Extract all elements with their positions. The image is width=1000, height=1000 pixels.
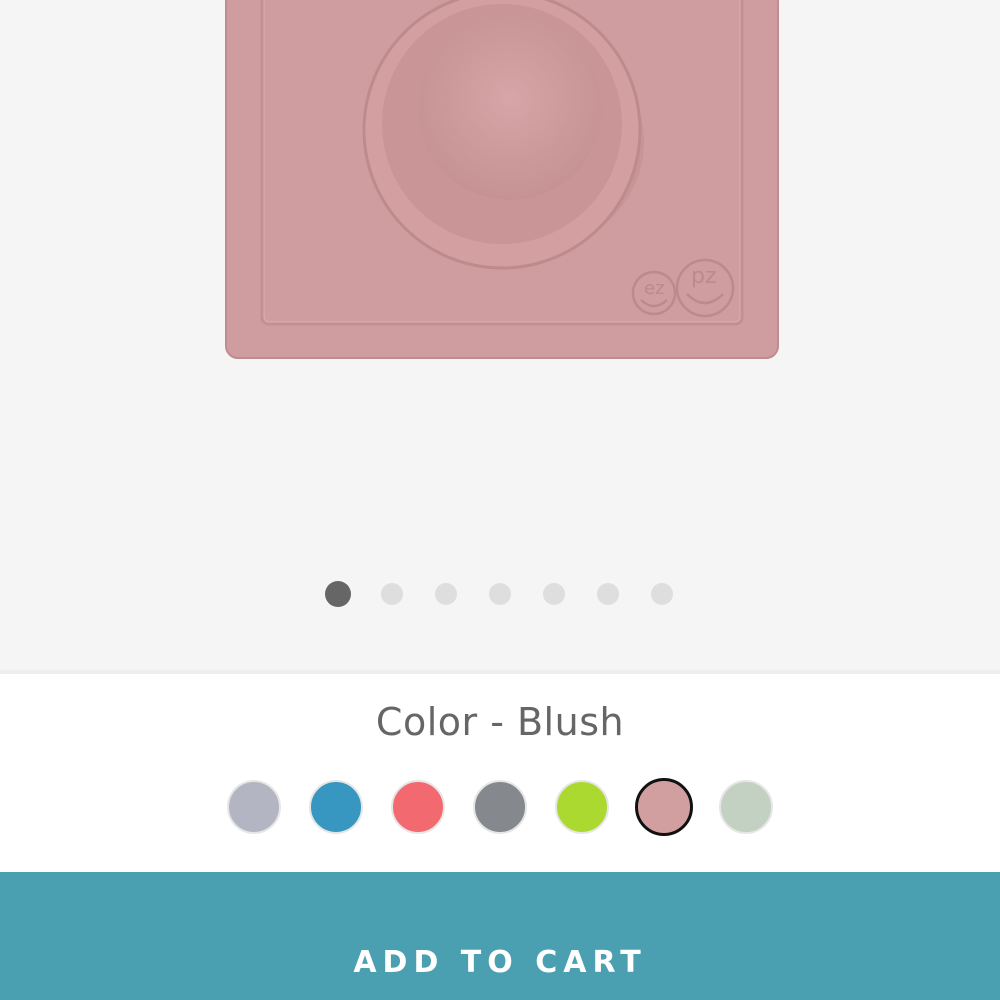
color-swatch[interactable] <box>227 780 281 834</box>
svg-text:ez: ez <box>644 278 665 299</box>
color-swatch-list <box>0 778 1000 836</box>
color-swatch[interactable] <box>309 780 363 834</box>
color-swatch[interactable] <box>635 778 693 836</box>
add-to-cart-button[interactable]: ADD TO CART <box>0 872 1000 1000</box>
pagination-dot[interactable] <box>651 583 673 605</box>
color-swatch[interactable] <box>719 780 773 834</box>
ezpz-mat-bowl-image: ez pz <box>225 0 779 359</box>
color-label: Color - Blush <box>375 700 625 744</box>
pagination-dot[interactable] <box>325 581 351 607</box>
pagination-dot[interactable] <box>381 583 403 605</box>
pagination-dot[interactable] <box>543 583 565 605</box>
svg-text:pz: pz <box>691 264 717 289</box>
color-swatch[interactable] <box>555 780 609 834</box>
pagination-dot[interactable] <box>489 583 511 605</box>
color-swatch[interactable] <box>391 780 445 834</box>
product-image[interactable]: ez pz <box>224 0 780 362</box>
image-pagination <box>0 581 1000 607</box>
color-swatch[interactable] <box>473 780 527 834</box>
add-to-cart-label: ADD TO CART <box>353 944 647 980</box>
pagination-dot[interactable] <box>597 583 619 605</box>
section-divider <box>0 670 1000 674</box>
pagination-dot[interactable] <box>435 583 457 605</box>
product-gallery[interactable]: ez pz <box>0 0 1000 670</box>
